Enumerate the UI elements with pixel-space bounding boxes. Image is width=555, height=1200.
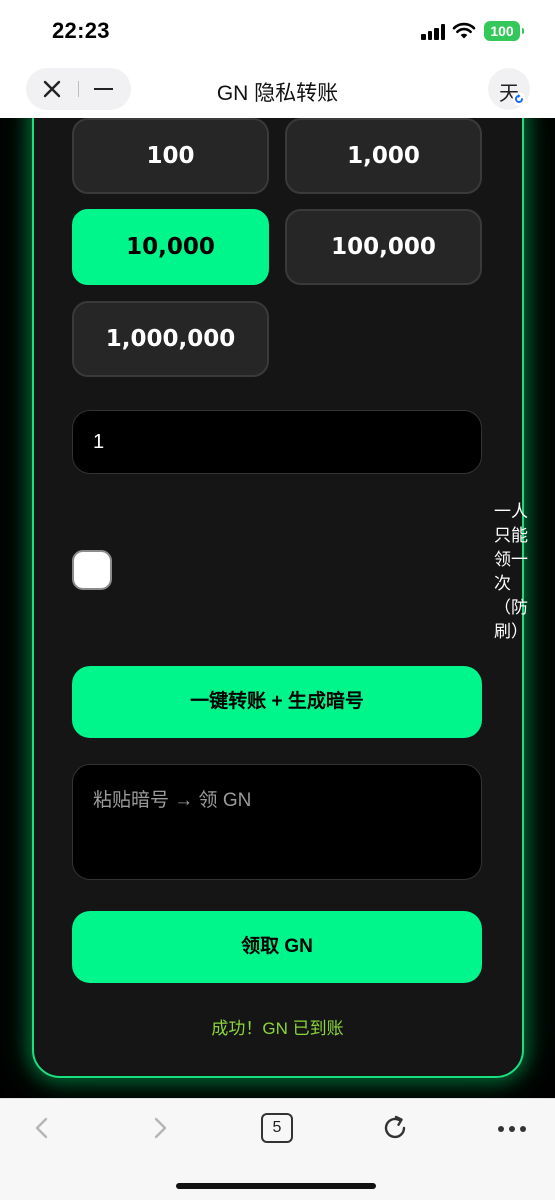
wifi-icon (452, 22, 476, 39)
claim-gn-button[interactable]: 领取 GN (72, 911, 482, 983)
amount-input[interactable]: 1 (72, 410, 482, 474)
amount-option-1000[interactable]: 1,000 (285, 118, 482, 194)
transfer-generate-code-button[interactable]: 一键转账 + 生成暗号 (72, 666, 482, 738)
home-indicator (176, 1183, 376, 1189)
forward-icon[interactable] (150, 1117, 170, 1139)
status-bar: 22:23 100 (0, 0, 555, 62)
tabs-button[interactable]: 5 (261, 1113, 293, 1143)
back-icon[interactable] (32, 1117, 52, 1139)
signal-icon (421, 24, 447, 40)
browser-toolbar: 5 (0, 1098, 555, 1200)
translate-button[interactable]: 天 (488, 68, 530, 110)
refresh-badge-icon (512, 92, 526, 106)
web-content: 100 1,000 10,000 100,000 1,000,000 1 一人只… (0, 118, 555, 1098)
once-per-person-checkbox[interactable] (72, 550, 112, 590)
amount-option-10000[interactable]: 10,000 (72, 209, 269, 285)
amount-option-100000[interactable]: 100,000 (285, 209, 482, 285)
status-message: 成功！GN 已到账 (211, 1019, 344, 1038)
more-icon[interactable] (497, 1125, 527, 1133)
browser-nav-bar: GN 隐私转账 天 (0, 62, 555, 118)
code-input[interactable]: 粘贴暗号 → 领 GN (72, 764, 482, 880)
amount-option-1000000[interactable]: 1,000,000 (72, 301, 269, 377)
amount-option-100[interactable]: 100 (72, 118, 269, 194)
reload-icon[interactable] (382, 1115, 408, 1141)
battery-icon: 100 (484, 21, 524, 41)
page-title: GN 隐私转账 (216, 82, 339, 105)
once-per-person-label: 一人只能领一次（防刷） (494, 502, 528, 641)
status-time: 22:23 (52, 18, 110, 43)
